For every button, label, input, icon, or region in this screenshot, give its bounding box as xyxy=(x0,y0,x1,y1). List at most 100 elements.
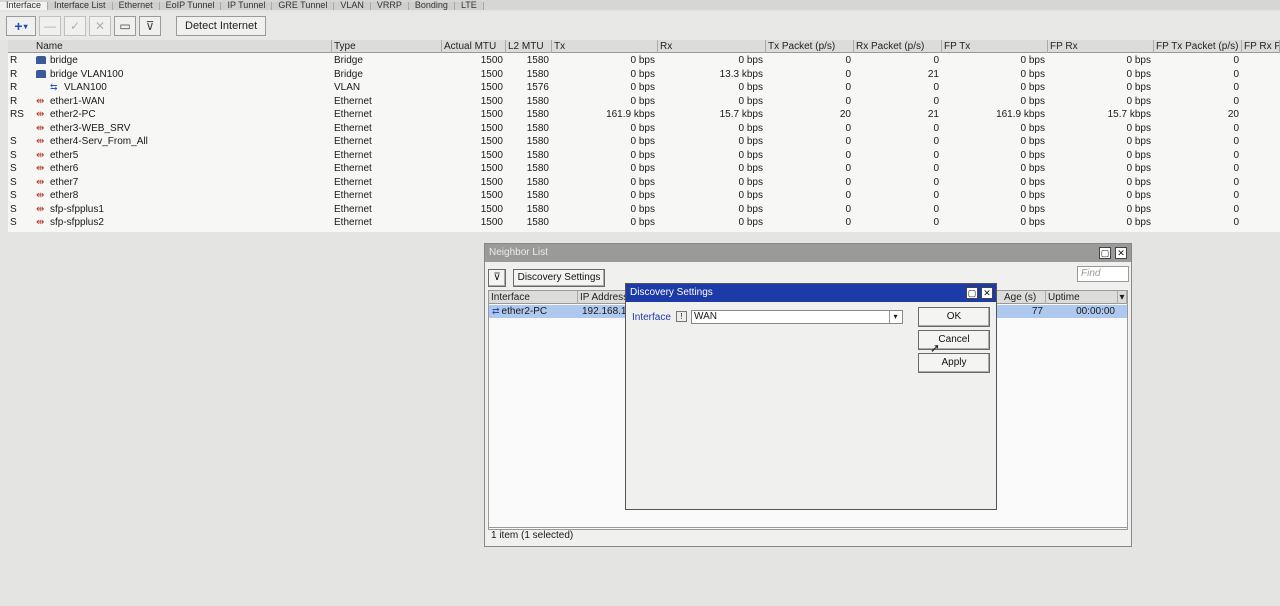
column-fp-tx-packet[interactable]: FP Tx Packet (p/s) xyxy=(1154,40,1242,53)
maximize-icon[interactable]: ▢ xyxy=(966,287,978,299)
rx-packet-cell: 0 xyxy=(933,55,939,66)
interface-name: ether7 xyxy=(50,176,79,188)
tab-bonding[interactable]: Bonding xyxy=(408,1,455,10)
table-row[interactable]: S ⇹ ether6 Ethernet 1500 1580 0 bps 0 bps 0 0 0 bp… xyxy=(8,162,1280,176)
tab-ip-tunnel[interactable]: IP Tunnel xyxy=(221,1,273,10)
fp-tx-cell: 0 bps xyxy=(1020,217,1045,228)
ok-button[interactable]: OK xyxy=(918,307,990,327)
interface-name: VLAN100 xyxy=(64,82,107,93)
actual-mtu-cell: 1500 xyxy=(480,82,503,93)
find-input[interactable]: Find xyxy=(1077,266,1129,282)
tx-packet-cell: 0 xyxy=(845,55,851,66)
neighbor-status-bar: 1 item (1 selected) xyxy=(488,527,1128,543)
column-tx[interactable]: Tx xyxy=(552,40,658,53)
type-cell: VLAN xyxy=(334,82,361,93)
table-row[interactable]: S ⇹ ether8 Ethernet 1500 1580 0 bps 0 bps 0 0 0 bp… xyxy=(8,189,1280,203)
table-row[interactable]: Rbridge VLAN100 Bridge 1500 1580 0 bps 13.3 k… xyxy=(8,68,1280,82)
column-fp-tx[interactable]: FP Tx xyxy=(942,40,1048,53)
disable-button[interactable]: ✕ xyxy=(89,16,111,36)
tab-interface[interactable]: Interface xyxy=(0,1,49,10)
tx-cell: 0 bps xyxy=(630,190,655,201)
column-uptime[interactable]: Uptime xyxy=(1046,291,1118,304)
rx-packet-cell: 0 xyxy=(933,163,939,174)
fp-tx-packet-cell: 20 xyxy=(1227,109,1239,120)
neighbor-filter-button[interactable]: ⊽ xyxy=(488,269,506,287)
tx-cell: 0 bps xyxy=(630,82,655,93)
chevron-down-icon: ▾ xyxy=(23,21,28,31)
fp-rx-cell: 0 bps xyxy=(1126,149,1151,161)
cancel-button[interactable]: Cancel xyxy=(918,330,990,350)
chevron-down-icon[interactable]: ▾ xyxy=(889,311,901,323)
table-row[interactable]: S ⇹ ether5 Ethernet 1500 1580 0 bps 0 bps 0 0 0 bp… xyxy=(8,149,1280,163)
tx-packet-cell: 0 xyxy=(845,176,851,188)
negate-toggle[interactable]: ! xyxy=(676,311,687,322)
close-icon[interactable]: ✕ xyxy=(1115,247,1127,259)
rx-cell: 0 bps xyxy=(738,82,763,93)
column-actual-mtu[interactable]: Actual MTU xyxy=(442,40,506,53)
apply-button[interactable]: Apply xyxy=(918,353,990,373)
mouse-cursor-icon: ➚ xyxy=(930,341,941,355)
rx-cell: 0 bps xyxy=(738,95,763,107)
flag-cell: S xyxy=(10,163,17,174)
column-name[interactable]: Name xyxy=(34,40,332,53)
discovery-settings-button[interactable]: Discovery Settings xyxy=(513,269,605,287)
maximize-icon[interactable]: ▢ xyxy=(1099,247,1111,259)
interface-name: sfp-sfpplus1 xyxy=(50,203,104,215)
interface-name: bridge VLAN100 xyxy=(50,68,124,80)
name-cell: ⇹ ether1-WAN xyxy=(36,95,330,109)
tab-gre-tunnel[interactable]: GRE Tunnel xyxy=(272,1,335,10)
interface-select[interactable]: WAN ▾ xyxy=(691,310,903,324)
table-row[interactable]: R ⇆ VLAN100 VLAN 1500 1576 0 bps 0 bps 0 0 0 bps 0 … xyxy=(8,81,1280,95)
table-row[interactable]: S ⇹ sfp-sfpplus2 Ethernet 1500 1580 0 bps 0 bps… xyxy=(8,216,1280,230)
column-fp-rx[interactable]: FP Rx xyxy=(1048,40,1154,53)
fp-tx-packet-cell: 0 xyxy=(1233,122,1239,134)
vlan-icon: ⇆ xyxy=(50,82,58,92)
tx-packet-cell: 0 xyxy=(845,95,851,107)
comment-button[interactable]: ▭ xyxy=(114,16,136,36)
enable-button[interactable]: ✓ xyxy=(64,16,86,36)
rx-cell: 0 bps xyxy=(738,190,763,201)
l2-mtu-cell: 1580 xyxy=(526,122,549,134)
tab-vlan[interactable]: VLAN xyxy=(334,1,371,10)
ethernet-icon: ⇹ xyxy=(36,176,45,188)
tab-vrrp[interactable]: VRRP xyxy=(370,1,409,10)
rx-packet-cell: 0 xyxy=(933,217,939,228)
add-button[interactable]: + ▾ xyxy=(6,16,36,36)
rx-packet-cell: 0 xyxy=(933,122,939,134)
column-rx-packet[interactable]: Rx Packet (p/s) xyxy=(854,40,942,53)
close-icon[interactable]: ✕ xyxy=(981,287,993,299)
remove-button[interactable]: — xyxy=(39,16,61,36)
detect-internet-button[interactable]: Detect Internet xyxy=(176,16,267,36)
table-row[interactable]: R ⇹ ether1-WAN Ethernet 1500 1580 0 bps 0 bps 0 0… xyxy=(8,95,1280,109)
table-row[interactable]: ⇹ ether3-WEB_SRV Ethernet 1500 1580 0 bps 0 bp… xyxy=(8,122,1280,136)
column-type[interactable]: Type xyxy=(332,40,442,53)
table-row[interactable]: RS ⇹ ether2-PC Ethernet 1500 1580 161.9 kbps 15… xyxy=(8,108,1280,122)
tab-ethernet[interactable]: Ethernet xyxy=(112,1,160,10)
tab-lte[interactable]: LTE xyxy=(454,1,484,10)
table-row[interactable]: S ⇹ sfp-sfpplus1 Ethernet 1500 1580 0 bps 0 bps… xyxy=(8,203,1280,217)
column-interface[interactable]: Interface xyxy=(489,291,578,304)
table-row[interactable]: Rbridge Bridge 1500 1580 0 bps 0 bps 0 0 0 bps 0 … xyxy=(8,54,1280,68)
tab-eoip-tunnel[interactable]: EoIP Tunnel xyxy=(159,1,222,10)
type-cell: Bridge xyxy=(334,55,363,66)
chevron-down-icon[interactable]: ▾ xyxy=(1118,291,1127,304)
interface-name: ether3-WEB_SRV xyxy=(50,122,131,134)
tx-packet-cell: 0 xyxy=(845,122,851,134)
l2-mtu-cell: 1580 xyxy=(526,176,549,188)
column-fp-rx-packet[interactable]: FP Rx Pa xyxy=(1242,40,1280,53)
type-cell: Ethernet xyxy=(334,149,372,161)
l2-mtu-cell: 1580 xyxy=(526,95,549,107)
table-row[interactable]: S ⇹ ether4-Serv_From_All Ethernet 1500 1580 0 … xyxy=(8,135,1280,149)
table-row[interactable]: S ⇹ ether7 Ethernet 1500 1580 0 bps 0 bps 0 0 0 bp… xyxy=(8,176,1280,190)
filter-button[interactable]: ⊽ xyxy=(139,16,161,36)
rx-packet-cell: 0 xyxy=(933,136,939,147)
fp-tx-packet-cell: 0 xyxy=(1233,203,1239,215)
tx-packet-cell: 0 xyxy=(845,149,851,161)
column-l2-mtu[interactable]: L2 MTU xyxy=(506,40,552,53)
l2-mtu-cell: 1580 xyxy=(526,109,549,120)
column-rx[interactable]: Rx xyxy=(658,40,766,53)
column-age[interactable]: Age (s) xyxy=(1002,291,1046,304)
tab-interface-list[interactable]: Interface List xyxy=(48,1,113,10)
column-tx-packet[interactable]: Tx Packet (p/s) xyxy=(766,40,854,53)
actual-mtu-cell: 1500 xyxy=(480,68,503,80)
